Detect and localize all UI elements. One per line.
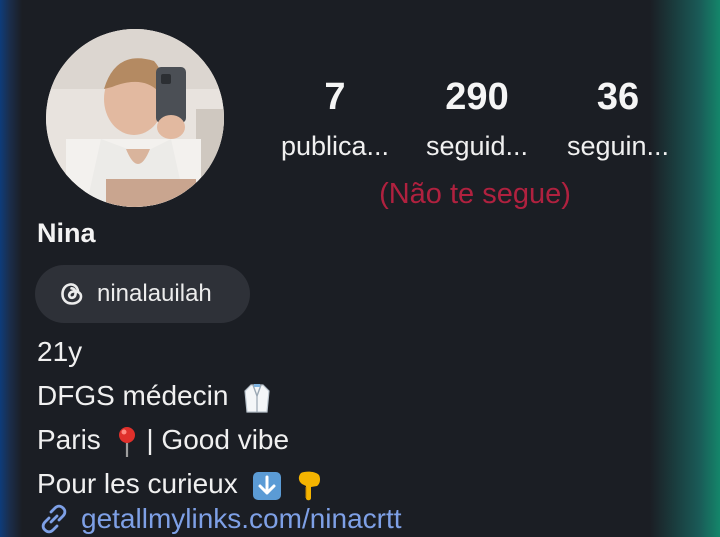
pointing-down-emoji — [299, 471, 321, 500]
followers-label: seguid... — [425, 131, 529, 161]
posts-count: 7 — [324, 76, 346, 118]
link-chain-icon — [41, 504, 67, 534]
profile-avatar[interactable] — [46, 29, 224, 207]
posts-label: publica... — [280, 131, 390, 161]
following-stat[interactable]: 36 seguin... — [548, 76, 688, 162]
following-label: seguin... — [566, 131, 670, 161]
down-arrow-emoji — [252, 471, 281, 500]
bio-curious: Pour les curieux — [37, 468, 238, 499]
bio-line-study: DFGS médecin — [37, 374, 323, 418]
profile-link[interactable]: getallmylinks.com/ninacrtt — [37, 502, 402, 536]
threads-icon — [61, 283, 83, 305]
bio-vibe: | Good vibe — [146, 424, 290, 455]
profile-name: Nina — [37, 218, 96, 248]
link-url[interactable]: getallmylinks.com/ninacrtt — [81, 503, 402, 535]
bio-study: DFGS médecin — [37, 380, 229, 411]
lab-coat-emoji — [244, 383, 270, 413]
bio-line-location: Paris | Good vibe — [37, 418, 323, 462]
followers-count: 290 — [445, 76, 509, 118]
follows-you-status: (Não te segue) — [379, 178, 571, 210]
left-edge-glow — [0, 0, 22, 537]
following-count: 36 — [596, 76, 640, 118]
bio-city: Paris — [37, 424, 101, 455]
followers-stat[interactable]: 290 seguid... — [407, 76, 547, 162]
pin-emoji — [118, 426, 135, 457]
bio-age: 21y — [37, 336, 83, 367]
posts-stat[interactable]: 7 publica... — [265, 76, 405, 162]
threads-handle: ninalauilah — [97, 280, 212, 307]
bio-line-curious: Pour les curieux — [37, 462, 323, 506]
profile-bio: 21y DFGS médecin Paris | Good vibe Pour … — [37, 330, 323, 506]
bio-line-age: 21y — [37, 330, 323, 374]
threads-badge-button[interactable]: ninalauilah — [35, 265, 250, 323]
